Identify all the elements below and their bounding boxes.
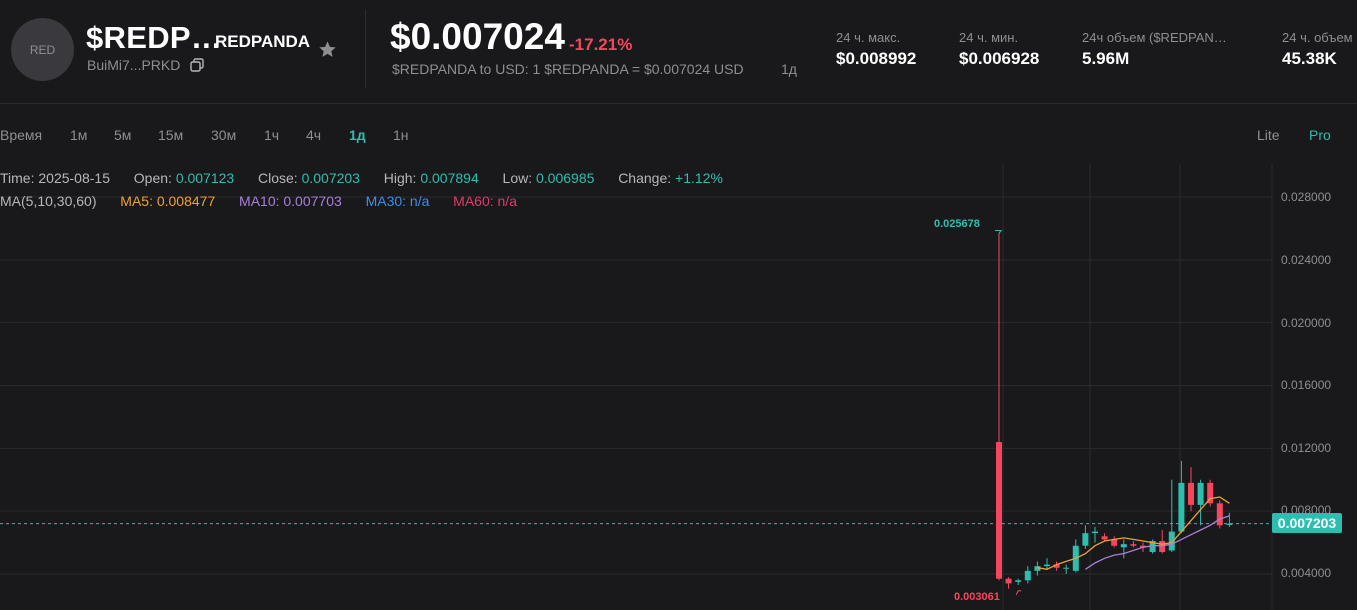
token-symbol: $REDP… [86,20,223,55]
min-price-marker: 0.003061 [954,591,1000,603]
interval-5m[interactable]: 5м [114,127,131,143]
ma60-value: MA60: n/a [453,193,517,209]
stat-label: 24 ч. мин. [959,30,1019,45]
candle-body-down [1188,482,1194,505]
token-header: RED $REDP… REDPANDA BuiMi7...PRKD $0.007… [0,0,1357,104]
interval-1m[interactable]: 1м [70,127,87,143]
stat-value: 5.96M [1082,49,1130,68]
candle-body-up [1197,482,1204,505]
stat-volume: 24 ч. объем 45.38K [1282,30,1353,69]
interval-1h[interactable]: 1ч [264,127,279,143]
token-name: REDPANDA [215,32,311,51]
stat-label: 24ч объем ($REDPAN… [1082,30,1227,45]
open-label: Open: [133,170,172,186]
candle-body-down [1005,578,1012,584]
max-marker-arrow [995,229,1002,234]
interval-15m[interactable]: 15м [158,127,183,143]
conversion-interval: 1д [781,61,797,77]
current-price-tag: 0.007203 [1272,513,1342,533]
interval-1d[interactable]: 1д [349,127,366,143]
candle-body-up [1015,580,1022,582]
ma30-value: MA30: n/a [365,193,430,209]
token-address: BuiMi7...PRKD [87,57,181,73]
min-marker-arrow [1015,590,1022,595]
open-value: 0.007123 [175,170,235,186]
stat-value: $0.008992 [836,49,917,68]
stat-value: $0.006928 [959,49,1040,68]
candle-body-up [1120,544,1127,548]
ma-label: MA(5,10,30,60) [0,193,97,209]
candle-body-up [1044,564,1050,567]
candle-body-down [1130,544,1137,546]
close-value: 0.007203 [301,170,360,186]
time-label: Time: [0,170,35,186]
mode-lite[interactable]: Lite [1257,127,1280,143]
candle-body-down [1216,503,1223,526]
stat-volume-token: 24ч объем ($REDPAN… 5.96M [1082,30,1227,69]
interval-4h[interactable]: 4ч [306,127,321,143]
candle-body-up [1092,531,1098,534]
price-chart[interactable] [0,164,1357,610]
ma-legend: MA(5,10,30,60) MA5: 0.008477 MA10: 0.007… [0,193,517,209]
y-tick-label: 0.028000 [1281,190,1332,204]
ohlc-legend: Time: 2025-08-15 Open: 0.007123 Close: 0… [0,170,723,186]
high-value: 0.007894 [420,170,479,186]
y-tick-label: 0.024000 [1281,253,1332,267]
candle-body-down [1159,541,1166,553]
stat-low: 24 ч. мин. $0.006928 [959,30,1039,69]
candle-body-down [996,442,1002,579]
y-tick-label: 0.004000 [1281,566,1332,580]
candle-body-up [1063,567,1070,569]
current-price: $0.007024 [390,16,565,57]
candle-body-up [1226,523,1233,525]
close-label: Close: [258,170,298,186]
stat-high: 24 ч. макс. $0.008992 [836,30,916,69]
change-label: Change: [618,170,672,186]
ma5-value: MA5: 0.008477 [120,193,216,209]
ma10-value: MA10: 0.007703 [239,193,342,209]
star-icon[interactable] [318,40,337,59]
header-divider [365,10,366,88]
y-tick-label: 0.016000 [1281,378,1332,392]
change-value: +1.12% [675,170,723,186]
time-value: 2025-08-15 [38,170,110,186]
token-logo: RED [11,18,74,81]
mode-pro[interactable]: Pro [1309,127,1331,143]
interval-time[interactable]: Время [0,127,42,143]
copy-icon[interactable] [190,58,204,72]
interval-30m[interactable]: 30м [211,127,236,143]
stat-label: 24 ч. объем [1282,30,1353,45]
price-change: -17.21% [569,35,633,54]
stat-value: 45.38K [1282,49,1337,68]
high-label: High: [383,170,417,186]
candle-body-up [1024,570,1031,581]
stat-label: 24 ч. макс. [836,30,901,45]
low-label: Low: [502,170,533,186]
candle-body-up [1178,482,1185,532]
conversion-text: $REDPANDA to USD: 1 $REDPANDA = $0.00702… [392,61,744,77]
y-tick-label: 0.020000 [1281,316,1332,330]
low-value: 0.006985 [536,170,595,186]
interval-1w[interactable]: 1н [393,127,409,143]
y-tick-label: 0.012000 [1281,441,1332,455]
max-price-marker: 0.025678 [934,218,980,230]
candle-body-up [1082,533,1089,546]
candle-body-down [1101,536,1108,540]
